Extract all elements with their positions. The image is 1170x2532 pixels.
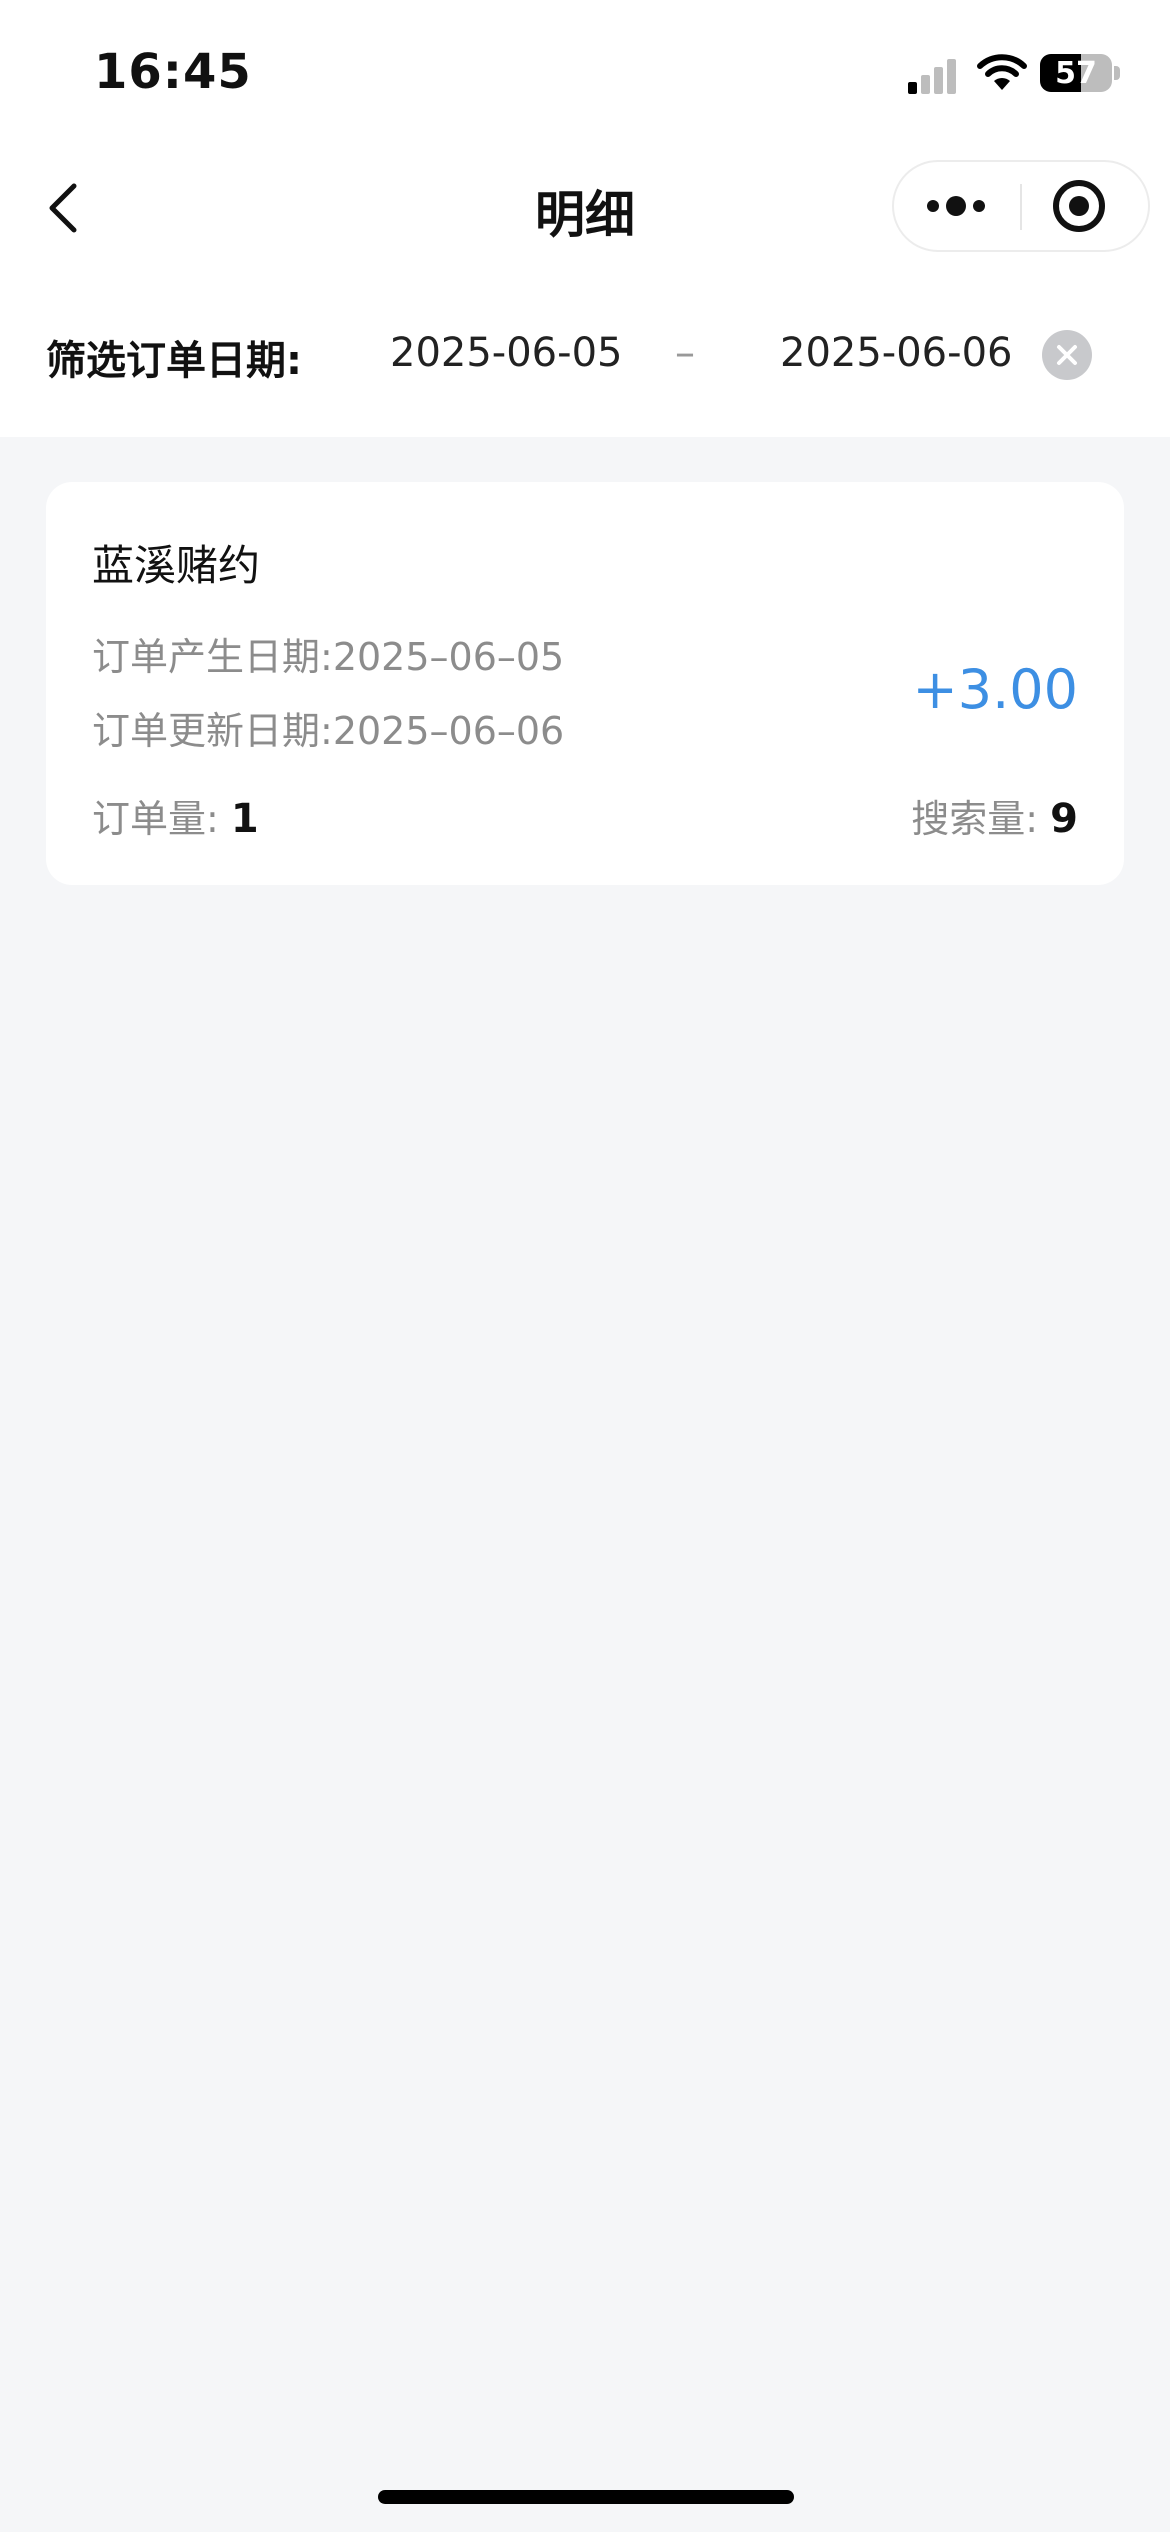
clear-date-button[interactable] xyxy=(1042,330,1092,380)
date-separator: – xyxy=(675,330,695,376)
more-button[interactable] xyxy=(894,162,1020,250)
home-indicator xyxy=(378,2490,794,2504)
close-miniprogram-button[interactable] xyxy=(1022,162,1148,250)
target-circle-icon xyxy=(1053,180,1105,232)
amount-value: +3.00 xyxy=(912,658,1078,721)
header-area: 16:45 57 明细 筛选订单日期: 2025-06-05 – 2025-06… xyxy=(0,0,1170,437)
cellular-signal-icon xyxy=(906,58,960,94)
close-circle-icon xyxy=(1057,345,1077,365)
order-count-value: 1 xyxy=(230,796,259,842)
search-count-label: 搜索量: xyxy=(911,797,1039,841)
updated-date-row: 订单更新日期:2025–06–06 xyxy=(92,700,564,755)
battery-level: 57 xyxy=(1055,55,1097,91)
start-date-picker[interactable]: 2025-06-05 xyxy=(390,330,622,376)
updated-date-label: 订单更新日期: xyxy=(92,709,333,753)
detail-card[interactable]: 蓝溪赌约 订单产生日期:2025–06–05 订单更新日期:2025–06–06… xyxy=(46,482,1124,885)
record-title: 蓝溪赌约 xyxy=(92,541,261,590)
search-count-row: 搜索量: 9 xyxy=(911,788,1078,843)
filter-label: 筛选订单日期: xyxy=(46,338,302,384)
status-time: 16:45 xyxy=(94,44,252,100)
order-count-row: 订单量: 1 xyxy=(92,788,259,843)
search-count-value: 9 xyxy=(1050,796,1078,842)
created-date-value: 2025–06–05 xyxy=(332,635,565,679)
created-date-label: 订单产生日期: xyxy=(92,635,333,679)
updated-date-value: 2025–06–06 xyxy=(332,709,565,753)
end-date-picker[interactable]: 2025-06-06 xyxy=(780,330,1012,376)
created-date-row: 订单产生日期:2025–06–05 xyxy=(92,626,564,681)
order-count-label: 订单量: xyxy=(92,797,219,841)
battery-cap xyxy=(1114,66,1120,80)
miniprogram-capsule xyxy=(892,160,1150,252)
wifi-icon xyxy=(976,52,1028,92)
more-dots-icon xyxy=(927,196,985,216)
battery-indicator: 57 xyxy=(1040,54,1112,92)
